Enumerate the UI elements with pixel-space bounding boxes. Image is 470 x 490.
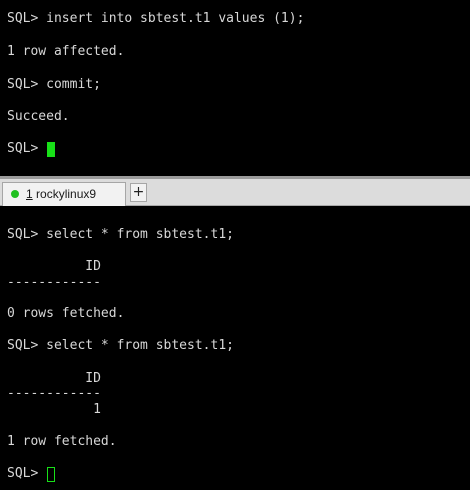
terminal-line: SQL> commit;: [7, 77, 101, 92]
terminal-prompt: SQL>: [7, 466, 47, 481]
top-terminal-pane[interactable]: SQL> insert into sbtest.t1 values (1); 1…: [0, 0, 470, 176]
tab-number: 1: [26, 187, 33, 201]
connection-status-icon: [11, 190, 19, 198]
terminal-line: 0 rows fetched.: [7, 306, 125, 321]
terminal-line: SQL> select * from sbtest.t1;: [7, 227, 234, 242]
tab-bar: 1 rockylinux9 +: [0, 179, 470, 206]
terminal-line: 1 row affected.: [7, 44, 125, 59]
tab-label: 1 rockylinux9: [26, 187, 96, 201]
text-cursor: [47, 142, 55, 157]
terminal-line: ------------: [7, 386, 101, 401]
bottom-terminal-pane[interactable]: SQL> select * from sbtest.t1; ID -------…: [0, 206, 470, 490]
terminal-line: SQL> insert into sbtest.t1 values (1);: [7, 11, 305, 26]
terminal-line: 1: [7, 402, 101, 417]
terminal-line: 1 row fetched.: [7, 434, 117, 449]
terminal-line: Succeed.: [7, 109, 70, 124]
tab-title: rockylinux9: [32, 187, 97, 201]
terminal-line: ID: [7, 259, 101, 274]
tab-rockylinux9[interactable]: 1 rockylinux9: [2, 182, 126, 206]
terminal-line: ID: [7, 371, 101, 386]
new-tab-button[interactable]: +: [130, 183, 147, 202]
terminal-line: ------------: [7, 275, 101, 290]
terminal-prompt: SQL>: [7, 141, 47, 156]
terminal-line: SQL> select * from sbtest.t1;: [7, 338, 234, 353]
plus-icon: +: [132, 184, 145, 200]
text-cursor: [47, 467, 55, 482]
